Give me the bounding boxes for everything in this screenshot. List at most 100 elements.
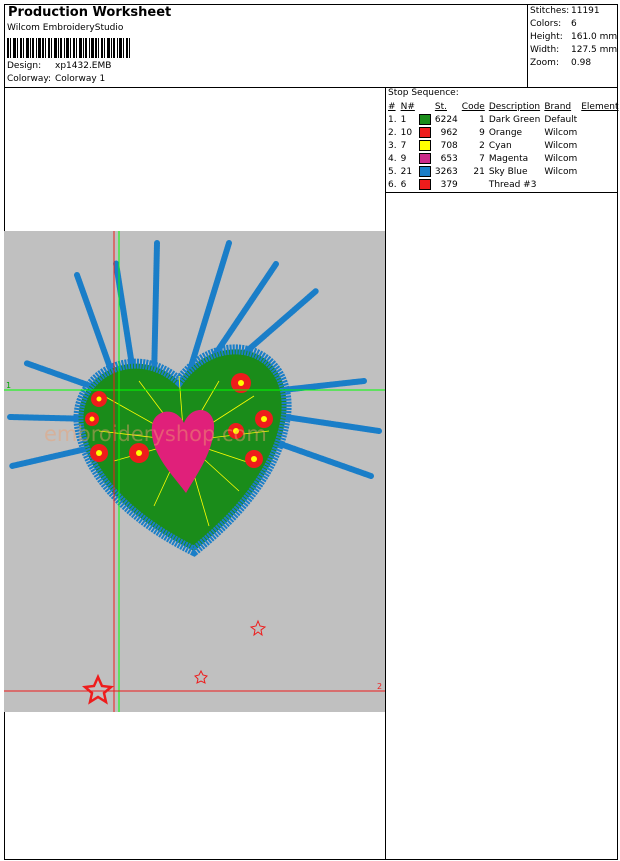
header-divider: [4, 87, 618, 88]
zoom-row: Zoom: 0.98: [530, 57, 617, 70]
column-divider: [385, 88, 386, 860]
element: [579, 152, 620, 165]
element: [579, 113, 620, 126]
thread-color-swatch: [418, 127, 431, 138]
barcode-image: [7, 38, 130, 58]
height-row: Height: 161.0 mm: [530, 31, 617, 44]
col-header-needle: N#: [400, 101, 415, 112]
color-swatch: [417, 113, 433, 126]
marker-2: 2: [377, 682, 382, 691]
software-name: Wilcom EmbroideryStudio: [7, 23, 124, 33]
stitch-count: 6224: [434, 114, 458, 125]
colorway-label: Colorway:: [7, 74, 52, 84]
needle-number: 21: [400, 166, 413, 177]
element: [579, 139, 620, 152]
design-stats: Stitches: 11191 Colors: 6 Height: 161.0 mm …: [530, 5, 617, 70]
element: [579, 126, 620, 139]
table-row: 1. 1 6224 1 Dark Green Default: [386, 113, 620, 126]
zoom-value: 0.98: [571, 58, 592, 68]
width-row: Width: 127.5 mm: [530, 44, 617, 57]
design-value: xp1432.EMB: [55, 61, 112, 71]
stop-sequence-table: # N# St. Code Description Brand Element …: [386, 100, 620, 191]
zoom-label: Zoom:: [530, 58, 559, 68]
brand: Default: [544, 114, 578, 125]
page-title: Production Worksheet: [8, 5, 172, 20]
colors-value: 6: [571, 19, 577, 29]
color-description: Orange: [488, 127, 523, 138]
col-header-swatch: [417, 100, 433, 113]
element: [579, 178, 620, 191]
needle-number: 1: [400, 114, 407, 125]
stitch-count: 653: [440, 153, 458, 164]
stitches-value: 11191: [571, 6, 600, 16]
row-number: 4.: [388, 153, 397, 164]
color-swatch: [417, 152, 433, 165]
width-value: 127.5 mm: [571, 45, 618, 55]
color-code: 21: [473, 166, 485, 177]
thread-color-swatch: [418, 166, 431, 177]
thread-color-swatch: [418, 153, 431, 164]
design-preview: embroideryshop.com 1 2: [4, 231, 385, 712]
table-row: 3. 7 708 2 Cyan Wilcom: [386, 139, 620, 152]
col-header-brand: Brand: [544, 101, 572, 112]
stitch-count: 3263: [434, 166, 458, 177]
design-row: Design: xp1432.EMB: [7, 61, 111, 71]
color-swatch: [417, 126, 433, 139]
color-swatch: [417, 178, 433, 191]
col-header-num: #: [388, 101, 396, 112]
color-description: Cyan: [488, 140, 512, 151]
brand: [542, 178, 579, 191]
row-number: 6.: [388, 179, 397, 190]
thread-color-swatch: [418, 114, 431, 125]
needle-number: 10: [400, 127, 413, 138]
color-swatch: [417, 139, 433, 152]
brand: Wilcom: [544, 153, 578, 164]
thread-color-swatch: [418, 140, 431, 151]
stitch-count: 962: [440, 127, 458, 138]
color-description: Magenta: [488, 153, 529, 164]
height-value: 161.0 mm: [571, 32, 618, 42]
needle-number: 9: [400, 153, 407, 164]
width-label: Width:: [530, 45, 560, 55]
table-row: 2. 10 962 9 Orange Wilcom: [386, 126, 620, 139]
watermark-text: embroideryshop.com: [44, 422, 267, 446]
table-divider: [385, 192, 618, 193]
colors-label: Colors:: [530, 19, 562, 29]
row-number: 1.: [388, 114, 397, 125]
stitch-count: 379: [440, 179, 458, 190]
col-header-code: Code: [461, 101, 485, 112]
stitch-count: 708: [440, 140, 458, 151]
stop-sequence-title: Stop Sequence:: [388, 88, 459, 98]
color-description: Thread #3: [488, 179, 537, 190]
color-description: Sky Blue: [488, 166, 528, 177]
color-code: 7: [479, 153, 485, 164]
table-row: 6. 6 379 Thread #3: [386, 178, 620, 191]
color-code: 1: [479, 114, 485, 125]
table-header-row: # N# St. Code Description Brand Element: [386, 100, 620, 113]
needle-number: 7: [400, 140, 407, 151]
colorway-row: Colorway: Colorway 1: [7, 74, 105, 84]
stitches-label: Stitches:: [530, 6, 570, 16]
table-row: 5. 21 3263 21 Sky Blue Wilcom: [386, 165, 620, 178]
colors-row: Colors: 6: [530, 18, 617, 31]
col-header-description: Description: [488, 101, 541, 112]
color-code: 9: [479, 127, 485, 138]
design-label: Design:: [7, 61, 42, 71]
brand: Wilcom: [544, 166, 578, 177]
needle-number: 6: [400, 179, 407, 190]
brand: Wilcom: [544, 140, 578, 151]
height-label: Height:: [530, 32, 563, 42]
col-header-stitches: St.: [434, 101, 447, 112]
row-number: 2.: [388, 127, 397, 138]
color-swatch: [417, 165, 433, 178]
colorway-value: Colorway 1: [55, 74, 106, 84]
table-row: 4. 9 653 7 Magenta Wilcom: [386, 152, 620, 165]
thread-color-swatch: [418, 179, 431, 190]
color-code: [460, 178, 487, 191]
element: [579, 165, 620, 178]
stitches-row: Stitches: 11191: [530, 5, 617, 18]
color-description: Dark Green: [488, 114, 541, 125]
row-number: 5.: [388, 166, 397, 177]
color-code: 2: [479, 140, 485, 151]
row-number: 3.: [388, 140, 397, 151]
